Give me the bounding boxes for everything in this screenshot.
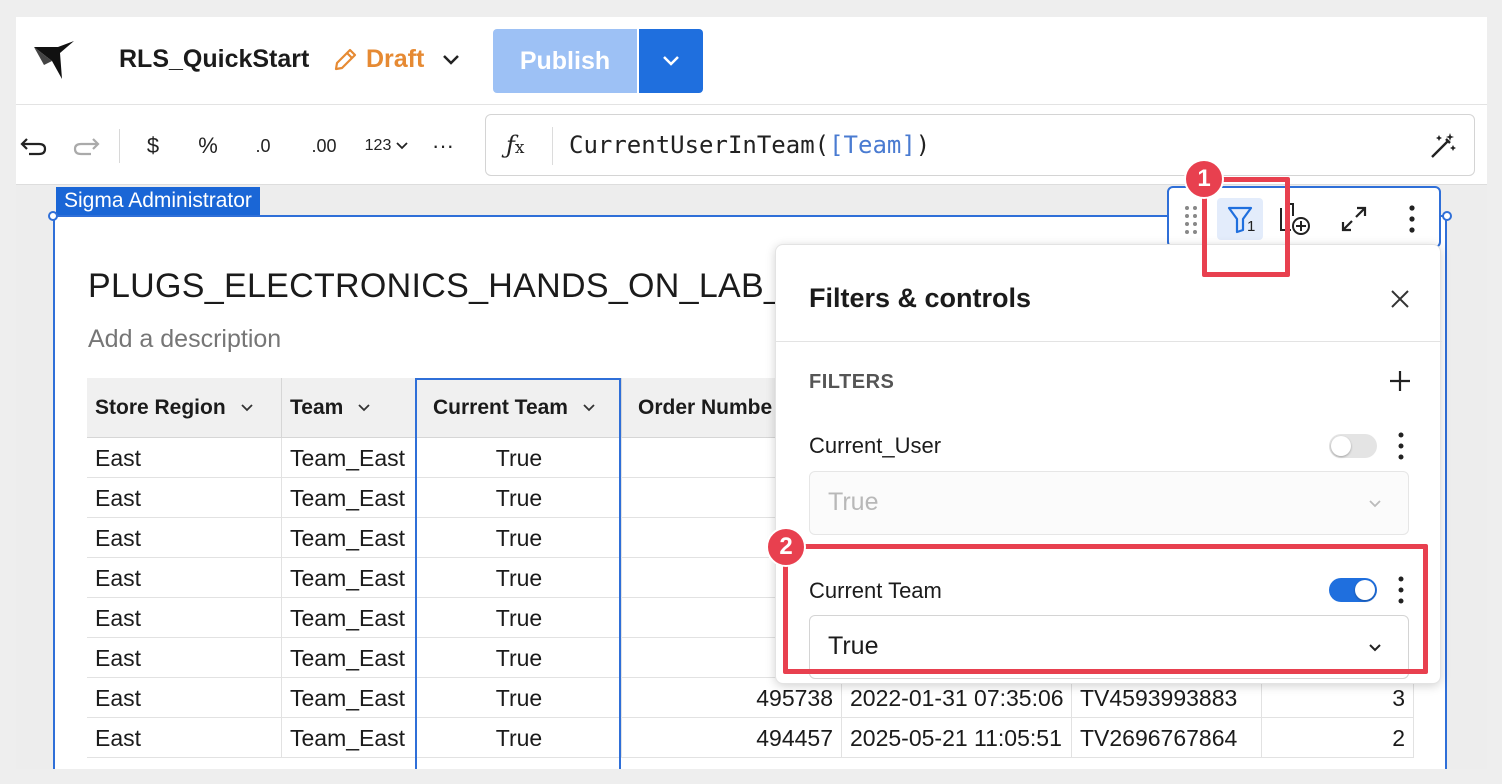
increase-decimals-button[interactable]: .00 <box>304 131 344 161</box>
function-icon: ƒx <box>506 131 525 159</box>
expand-icon[interactable] <box>1337 202 1371 236</box>
filters-section-label: FILTERS <box>809 371 895 393</box>
table-cell[interactable]: East <box>87 718 282 758</box>
percent-format-button[interactable]: % <box>194 131 222 161</box>
toolbar-divider <box>119 129 120 163</box>
element-role-label: Sigma Administrator <box>56 187 260 215</box>
kebab-menu-icon[interactable] <box>1395 202 1429 236</box>
drag-handle-icon[interactable] <box>1179 202 1203 236</box>
table-cell[interactable]: TV4593993883 <box>1072 678 1262 718</box>
number-format-dropdown[interactable]: 123 <box>360 131 414 161</box>
table-cell[interactable]: Team_East <box>282 518 417 558</box>
table-cell[interactable]: 494457 <box>622 718 842 758</box>
column-header-team[interactable]: Team <box>282 378 417 438</box>
add-filter-icon[interactable] <box>1388 369 1412 393</box>
kebab-menu-icon[interactable] <box>1398 431 1404 461</box>
panel-title: Filters & controls <box>809 283 1032 313</box>
formula-bar[interactable]: ƒx CurrentUserInTeam([Team]) <box>485 114 1475 176</box>
pencil-icon <box>334 48 357 70</box>
annotation-badge-2: 2 <box>766 527 806 567</box>
undo-icon[interactable] <box>18 131 48 161</box>
column-header-label: Current Team <box>433 395 568 419</box>
formula-input[interactable]: CurrentUserInTeam([Team]) <box>569 131 930 159</box>
table-cell[interactable]: True <box>417 678 622 718</box>
filter-toggle-current-user[interactable] <box>1329 434 1377 458</box>
table-cell[interactable]: Team_East <box>282 478 417 518</box>
table-cell[interactable]: True <box>417 478 622 518</box>
table-cell[interactable]: Team_East <box>282 598 417 638</box>
column-header-current-team[interactable]: Current Team <box>417 378 622 438</box>
table-cell[interactable]: TV2696767864 <box>1072 718 1262 758</box>
table-cell[interactable]: True <box>417 638 622 678</box>
toggle-knob <box>1331 436 1351 456</box>
chevron-down-icon[interactable] <box>240 403 254 413</box>
format-toolbar: $ % .0 .00 123 ··· ƒx CurrentUserInTeam(… <box>16 105 1487 185</box>
redo-icon[interactable] <box>72 131 102 161</box>
table-cell[interactable]: 2 <box>1262 718 1414 758</box>
chevron-down-icon[interactable] <box>357 403 371 413</box>
column-header-label: Order Numbe <box>638 395 773 419</box>
filter-value: True <box>828 488 879 516</box>
filter-name: Current_User <box>809 433 942 458</box>
publish-options-button[interactable] <box>639 29 703 93</box>
table-cell[interactable]: Team_East <box>282 678 417 718</box>
table-cell[interactable]: East <box>87 518 282 558</box>
column-header-store-region[interactable]: Store Region <box>87 378 282 438</box>
table-cell[interactable]: East <box>87 598 282 638</box>
more-options-button[interactable]: ··· <box>426 131 460 161</box>
table-cell[interactable]: Team_East <box>282 558 417 598</box>
table-cell[interactable]: True <box>417 598 622 638</box>
table-cell[interactable]: True <box>417 518 622 558</box>
chevron-down-icon <box>443 54 460 65</box>
resize-handle[interactable] <box>1442 211 1452 221</box>
chevron-down-icon <box>1369 500 1381 508</box>
table-cell[interactable]: True <box>417 438 622 478</box>
publish-button[interactable]: Publish <box>493 29 637 93</box>
top-bar: RLS_QuickStart Draft Publish <box>16 17 1487 105</box>
annotation-badge-1: 1 <box>1184 159 1224 199</box>
formula-prefix: CurrentUserInTeam( <box>569 131 830 159</box>
magic-wand-icon[interactable] <box>1428 131 1458 161</box>
column-header-label: Store Region <box>95 395 226 419</box>
table-cell[interactable]: 3 <box>1262 678 1414 718</box>
currency-format-button[interactable]: $ <box>140 131 166 161</box>
table-cell[interactable]: True <box>417 718 622 758</box>
resize-handle[interactable] <box>48 211 58 221</box>
table-cell[interactable]: East <box>87 638 282 678</box>
table-cell[interactable]: East <box>87 478 282 518</box>
formula-divider <box>552 127 553 165</box>
table-cell[interactable]: Team_East <box>282 638 417 678</box>
annotation-highlight-2 <box>783 544 1428 674</box>
panel-divider <box>776 341 1442 342</box>
number-format-label: 123 <box>364 137 392 154</box>
draft-status[interactable]: Draft <box>332 45 460 74</box>
table-title[interactable]: PLUGS_ELECTRONICS_HANDS_ON_LAB_ <box>88 267 783 306</box>
table-cell[interactable]: East <box>87 678 282 718</box>
chevron-down-icon[interactable] <box>582 403 596 413</box>
table-cell[interactable]: 2025-05-21 11:05:51 <box>842 718 1072 758</box>
table-cell[interactable]: East <box>87 438 282 478</box>
filter-select-current-user[interactable]: True <box>809 471 1409 535</box>
decrease-decimals-button[interactable]: .0 <box>246 131 280 161</box>
table-cell[interactable]: 2022-01-31 07:35:06 <box>842 678 1072 718</box>
table-cell[interactable]: Team_East <box>282 438 417 478</box>
workbook-title[interactable]: RLS_QuickStart <box>119 45 309 74</box>
chevron-down-icon <box>663 56 679 66</box>
formula-suffix: ) <box>915 131 931 159</box>
formula-column-ref: [Team] <box>829 131 916 159</box>
table-cell[interactable]: 495738 <box>622 678 842 718</box>
close-icon[interactable] <box>1388 287 1412 311</box>
draft-label: Draft <box>366 45 425 73</box>
table-cell[interactable]: Team_East <box>282 718 417 758</box>
sigma-logo-icon[interactable] <box>32 39 76 83</box>
column-header-label: Team <box>290 395 344 419</box>
table-cell[interactable]: True <box>417 558 622 598</box>
table-description[interactable]: Add a description <box>88 325 281 354</box>
table-cell[interactable]: East <box>87 558 282 598</box>
chevron-down-icon <box>396 142 408 150</box>
workbook-app: RLS_QuickStart Draft Publish $ % .0 .00 … <box>16 17 1487 769</box>
